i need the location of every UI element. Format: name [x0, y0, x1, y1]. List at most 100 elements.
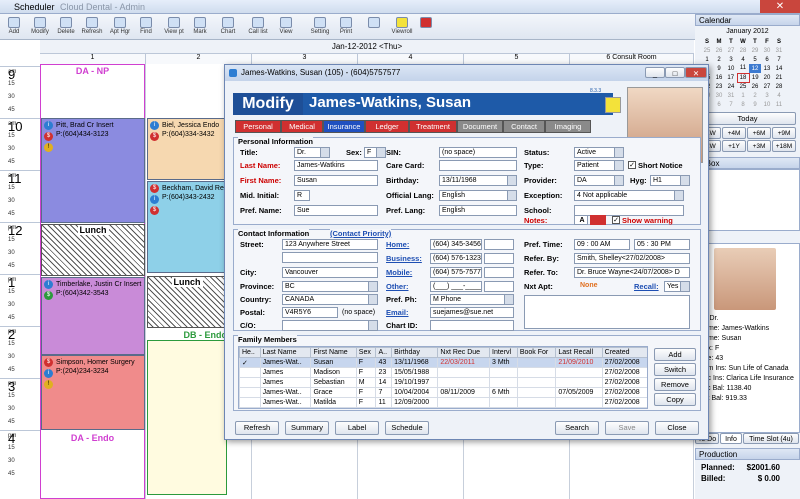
toolbar-button[interactable]: Mark	[188, 16, 212, 38]
calendar-day[interactable]: 25	[701, 46, 713, 55]
maximize-button[interactable]: □	[665, 67, 685, 78]
other-phone-label[interactable]: Other:	[386, 282, 409, 291]
email-input[interactable]: suejames@sue.net	[430, 307, 514, 318]
toolbar-button[interactable]: Print	[334, 16, 358, 38]
calendar-grid[interactable]: SMTWTFS252627282930311234567891011121314…	[701, 37, 785, 109]
calendar-day[interactable]: 11	[737, 64, 749, 73]
table-header[interactable]: Intervl	[489, 347, 518, 358]
contact-priority-link[interactable]: (Contact Priority)	[330, 229, 392, 238]
province-select[interactable]: BC	[282, 281, 378, 292]
toolbar-button[interactable]: Find	[134, 16, 158, 38]
calendar-day[interactable]: 10	[725, 64, 737, 73]
calendar-day[interactable]: 18	[736, 72, 750, 83]
other-phone-input[interactable]: (___) ___-____	[430, 281, 482, 292]
toolbar-button[interactable]: Apt Hgr	[108, 16, 132, 38]
table-header[interactable]: A..	[375, 347, 393, 358]
mid-initial-input[interactable]: R	[294, 190, 310, 201]
home-ext-input[interactable]	[484, 239, 514, 250]
referred-by-input[interactable]: Smith, Shelley<27/02/2008>	[574, 253, 690, 264]
calendar-day[interactable]: 26	[713, 46, 725, 55]
table-header[interactable]: Book For	[516, 347, 557, 358]
toolbar-button[interactable]: Viewroll	[390, 16, 414, 38]
calendar-day[interactable]: 3	[761, 91, 773, 100]
toolbar-button[interactable]: Delete	[54, 16, 78, 38]
city-input[interactable]: Vancouver	[282, 267, 378, 278]
column-2-block[interactable]	[147, 340, 227, 495]
care-of-select[interactable]	[282, 320, 378, 331]
calendar-nav-button[interactable]: +6M	[747, 127, 771, 139]
family-remove-button[interactable]: Remove	[654, 378, 696, 391]
calendar-nav-button[interactable]: +18M	[772, 140, 796, 152]
table-header[interactable]: Last Name	[259, 347, 312, 358]
calendar-day[interactable]: 25	[737, 82, 749, 91]
table-header[interactable]: Nxt Rec Due	[437, 347, 491, 358]
calendar-day[interactable]: 31	[725, 91, 737, 100]
calendar-day[interactable]: 3	[725, 55, 737, 64]
table-row[interactable]: James Sebastian M 14 19/10/1997 27/02/2008	[239, 377, 647, 388]
close-icon[interactable]: ✕	[760, 0, 800, 13]
title-select[interactable]: Dr.	[294, 147, 330, 158]
email-label[interactable]: Email:	[386, 308, 409, 317]
mobile-ext-input[interactable]	[484, 267, 514, 278]
schedule-button[interactable]: Schedule	[385, 421, 429, 435]
table-row[interactable]: James-Wat.. Matilda F 11 12/09/2000 27/02/200…	[239, 397, 647, 408]
street-input[interactable]: 123 Anywhere Street	[282, 239, 378, 250]
table-header[interactable]: Last Recall	[555, 347, 603, 358]
birthday-input[interactable]: 13/11/1968	[439, 175, 517, 186]
family-switch-button[interactable]: Switch	[654, 363, 696, 376]
column-header[interactable]: 3	[252, 54, 358, 64]
toolbar-button[interactable]	[362, 16, 386, 38]
summary-button[interactable]: Summary	[285, 421, 329, 435]
calendar-day[interactable]: 9	[713, 64, 725, 73]
family-table[interactable]: He.. Last Name First Name Sex A.. Birthday Nxt…	[238, 346, 648, 409]
calendar-day[interactable]: 1	[701, 55, 713, 64]
toolbar-button[interactable]: View	[274, 16, 298, 38]
calendar-day[interactable]: 20	[761, 73, 773, 82]
dialog-tab[interactable]: Personal	[235, 120, 281, 133]
dialog-tab[interactable]: Imaging	[545, 120, 591, 133]
calendar-day[interactable]: 11	[773, 100, 785, 109]
family-copy-button[interactable]: Copy	[654, 393, 696, 406]
toolbar-button[interactable]	[414, 16, 438, 38]
appointment[interactable]: i $ ! Pitt, Brad Cr Insert P:(604)434-31…	[41, 118, 145, 223]
table-row[interactable]: ✓ James-Wat.. Susan F 43 13/11/1968 22/03/2011…	[239, 357, 647, 368]
calendar-nav-button[interactable]: +3M	[747, 140, 771, 152]
calendar-day[interactable]: 28	[737, 46, 749, 55]
column-header[interactable]: 5	[464, 54, 570, 64]
preview-tab[interactable]: Time Slot (4u)	[743, 433, 799, 444]
exception-select[interactable]: 4 Not applicable	[574, 190, 684, 201]
country-select[interactable]: CANADA	[282, 294, 378, 305]
table-header[interactable]: First Name	[310, 347, 357, 358]
calendar-day[interactable]: 8	[737, 100, 749, 109]
sin-input[interactable]: (no space)	[439, 147, 517, 158]
family-add-button[interactable]: Add	[654, 348, 696, 361]
pref-time-from[interactable]: 09 : 00 AM	[574, 239, 630, 250]
clip-box[interactable]	[695, 169, 800, 231]
appointment[interactable]: $ i ! Simpson, Homer Surgery P:(204)234-…	[41, 355, 145, 430]
contact-notes[interactable]	[524, 295, 690, 329]
official-lang-select[interactable]: English	[439, 190, 517, 201]
postal-input[interactable]: V4R5Y6	[282, 307, 338, 318]
new-note-icon[interactable]	[605, 97, 621, 113]
calendar-day[interactable]: 17	[725, 73, 737, 82]
calendar-day[interactable]: 4	[737, 55, 749, 64]
home-phone-input[interactable]: (604) 345-3456	[430, 239, 482, 250]
dialog-tab[interactable]: Contact	[503, 120, 545, 133]
column-header[interactable]: 6 Consult Room	[570, 54, 694, 64]
recall-select[interactable]: Yes	[664, 281, 690, 292]
calendar-day[interactable]: 12	[749, 64, 761, 73]
mobile-phone-label[interactable]: Mobile:	[386, 268, 412, 277]
status-select[interactable]: Active	[574, 147, 624, 158]
business-phone-input[interactable]: (604) 576-1323	[430, 253, 482, 264]
appointment[interactable]: i $ Biel, Jessica Endo P:(604)334-3432	[147, 118, 227, 180]
calendar-day[interactable]: 1	[737, 91, 749, 100]
pref-time-to[interactable]: 05 : 30 PM	[634, 239, 690, 250]
table-header[interactable]: Birthday	[391, 347, 439, 358]
calendar-day[interactable]: 16	[713, 73, 725, 82]
mobile-phone-input[interactable]: (604) 575-7577	[430, 267, 482, 278]
table-row[interactable]: James Madison F 23 15/05/1988 27/02/2008	[239, 367, 647, 378]
calendar-day[interactable]: 28	[773, 82, 785, 91]
calendar-day[interactable]: 6	[713, 100, 725, 109]
calendar-day[interactable]: 14	[773, 64, 785, 73]
close-button[interactable]: Close	[655, 421, 699, 435]
